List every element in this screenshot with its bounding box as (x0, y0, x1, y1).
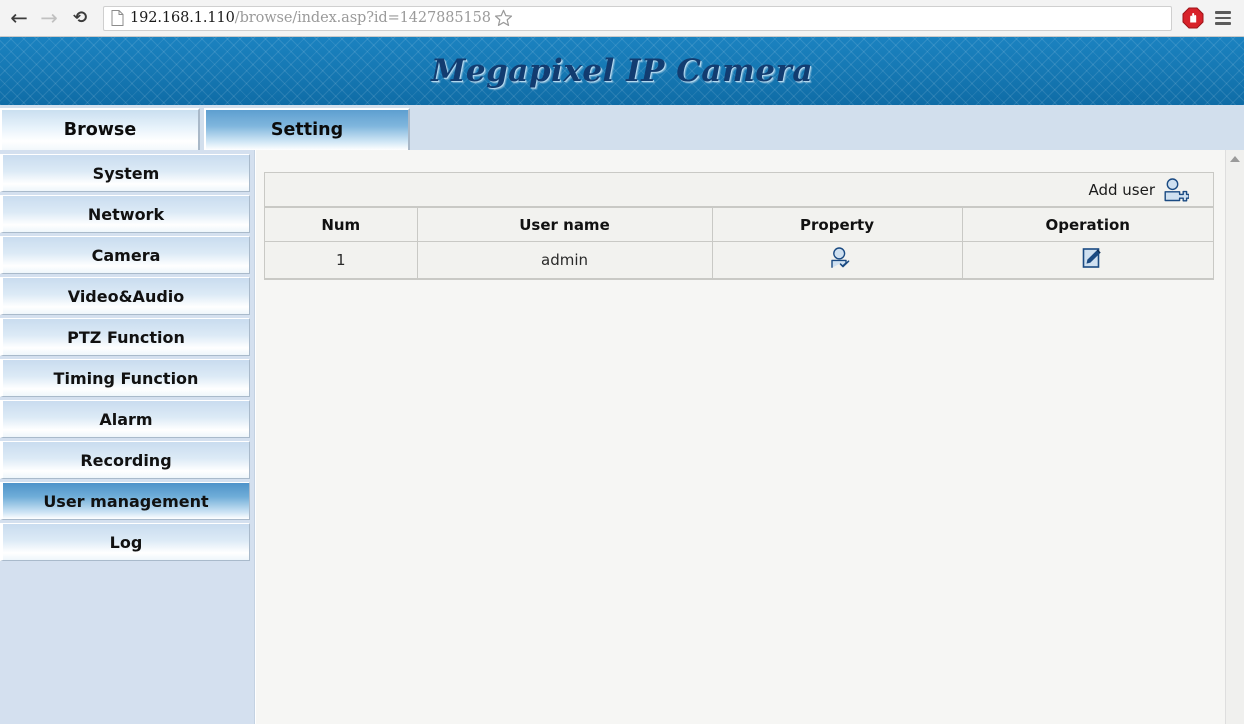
browser-toolbar: ← → ⟳ 192.168.1.110/browse/index.asp?id=… (0, 0, 1244, 37)
bookmark-star-icon[interactable] (491, 7, 517, 30)
table-header-row: Num User name Property Operation (265, 207, 1213, 242)
url-host: 192.168.1.110 (130, 10, 235, 26)
url-text: 192.168.1.110/browse/index.asp?id=142788… (130, 10, 491, 26)
cell-num: 1 (265, 241, 418, 279)
sidebar-item-alarm[interactable]: Alarm (0, 400, 250, 438)
sidebar-item-label: Timing Function (53, 368, 199, 388)
sidebar-item-label: Video&Audio (67, 286, 185, 306)
sidebar-item-camera[interactable]: Camera (0, 236, 250, 274)
page-banner: Megapixel IP Camera (0, 37, 1244, 105)
sidebar-item-label: System (92, 163, 160, 183)
adblock-stop-icon[interactable] (1178, 3, 1208, 33)
sidebar-item-video-audio[interactable]: Video&Audio (0, 277, 250, 315)
sidebar-item-label: Camera (91, 245, 161, 265)
user-management-panel: Add user Num User name Property Operatio… (264, 172, 1214, 280)
hamburger-menu-icon[interactable] (1208, 3, 1238, 33)
sidebar-item-system[interactable]: System (0, 154, 250, 192)
sidebar-item-network[interactable]: Network (0, 195, 250, 233)
forward-arrow-icon[interactable]: → (34, 3, 64, 33)
column-header-user-name: User name (416, 207, 713, 242)
tab-setting[interactable]: Setting (204, 108, 410, 150)
tab-browse-label: Browse (63, 120, 137, 140)
sidebar-item-timing-function[interactable]: Timing Function (0, 359, 250, 397)
menu-bar-3 (1215, 22, 1231, 25)
add-user-icon[interactable] (1163, 177, 1189, 202)
vertical-scrollbar[interactable] (1225, 150, 1244, 724)
sidebar-item-label: Recording (80, 450, 172, 470)
scroll-up-arrow-icon[interactable] (1226, 150, 1244, 167)
address-bar[interactable]: 192.168.1.110/browse/index.asp?id=142788… (103, 5, 1172, 31)
cell-property (711, 241, 963, 279)
sidebar-item-log[interactable]: Log (0, 523, 250, 561)
sidebar-item-user-management[interactable]: User management (0, 482, 250, 520)
sidebar-item-label: Alarm (99, 409, 153, 429)
url-path: /browse/index.asp?id=1427885158 (234, 10, 491, 26)
sidebar-item-label: User management (43, 491, 209, 511)
table-row: 1 admin (265, 241, 1213, 279)
sidebar-item-label: Log (109, 532, 143, 552)
users-table: Num User name Property Operation 1 admin (265, 207, 1213, 279)
edit-pencil-icon[interactable] (1081, 247, 1103, 269)
add-user-label: Add user (1088, 180, 1155, 199)
reload-icon[interactable]: ⟳ (65, 3, 95, 33)
menu-bar-1 (1215, 11, 1231, 14)
content-area: Add user Num User name Property Operatio… (256, 150, 1225, 724)
tab-browse[interactable]: Browse (0, 108, 200, 150)
column-header-operation: Operation (961, 207, 1213, 242)
cell-operation (961, 241, 1213, 279)
sidebar-item-recording[interactable]: Recording (0, 441, 250, 479)
add-user-bar: Add user (265, 173, 1213, 207)
back-arrow-icon[interactable]: ← (4, 3, 34, 33)
menu-bar-2 (1215, 16, 1231, 20)
column-header-num: Num (265, 207, 418, 242)
tab-bar: Browse Setting (0, 105, 1244, 150)
column-header-property: Property (711, 207, 963, 242)
user-property-icon[interactable] (830, 247, 852, 269)
page-title: Megapixel IP Camera (431, 53, 813, 89)
sidebar-item-label: Network (87, 204, 165, 224)
cell-user-name: admin (416, 241, 713, 279)
sidebar-item-ptz-function[interactable]: PTZ Function (0, 318, 250, 356)
sidebar-item-label: PTZ Function (67, 327, 185, 347)
tab-setting-label: Setting (270, 120, 344, 140)
sidebar: System Network Camera Video&Audio PTZ Fu… (0, 150, 255, 724)
page-document-icon (111, 10, 124, 26)
